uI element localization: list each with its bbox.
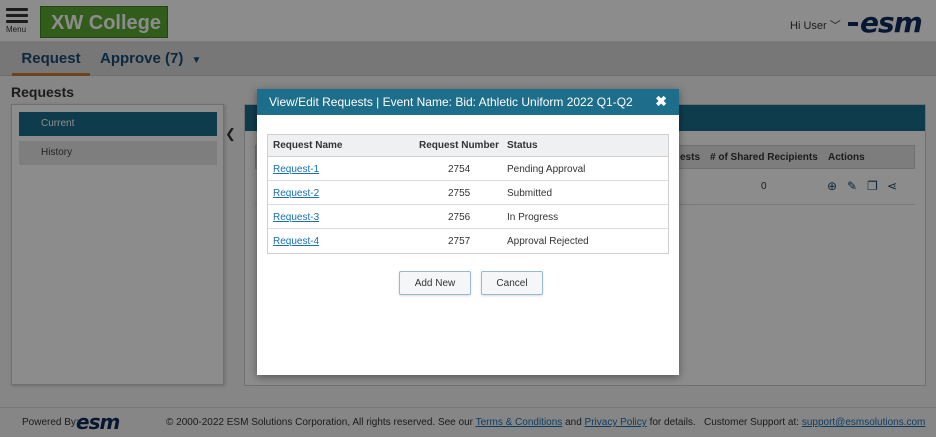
request-link[interactable]: Request-1 xyxy=(273,164,319,175)
add-new-button[interactable]: Add New xyxy=(399,271,471,295)
close-icon[interactable]: ✖ xyxy=(655,89,667,113)
table-row: Request-2 2755 Submitted xyxy=(268,181,668,205)
request-status: Pending Approval xyxy=(507,164,586,175)
request-status: Approval Rejected xyxy=(507,236,589,247)
table-row: Request-3 2756 In Progress xyxy=(268,205,668,229)
cancel-button[interactable]: Cancel xyxy=(481,271,543,295)
request-status: Submitted xyxy=(507,188,553,199)
modal-header: View/Edit Requests | Event Name: Bid: At… xyxy=(257,89,679,115)
table-row: Request-1 2754 Pending Approval xyxy=(268,157,668,181)
column-status: Status xyxy=(507,140,538,151)
request-number: 2755 xyxy=(448,188,471,199)
request-status: In Progress xyxy=(507,212,559,223)
column-request-number: Request Number xyxy=(419,140,500,151)
request-number: 2756 xyxy=(448,212,471,223)
view-edit-requests-modal: View/Edit Requests | Event Name: Bid: At… xyxy=(257,89,679,375)
request-number: 2757 xyxy=(448,236,471,247)
request-link[interactable]: Request-4 xyxy=(273,236,319,247)
column-request-name: Request Name xyxy=(273,140,343,151)
request-link[interactable]: Request-2 xyxy=(273,188,319,199)
modal-title: View/Edit Requests | Event Name: Bid: At… xyxy=(269,95,633,109)
table-header: Request Name Request Number Status xyxy=(268,135,668,157)
requests-table: Request Name Request Number Status Reque… xyxy=(267,134,669,254)
table-row: Request-4 2757 Approval Rejected xyxy=(268,229,668,253)
request-link[interactable]: Request-3 xyxy=(273,212,319,223)
request-number: 2754 xyxy=(448,164,471,175)
